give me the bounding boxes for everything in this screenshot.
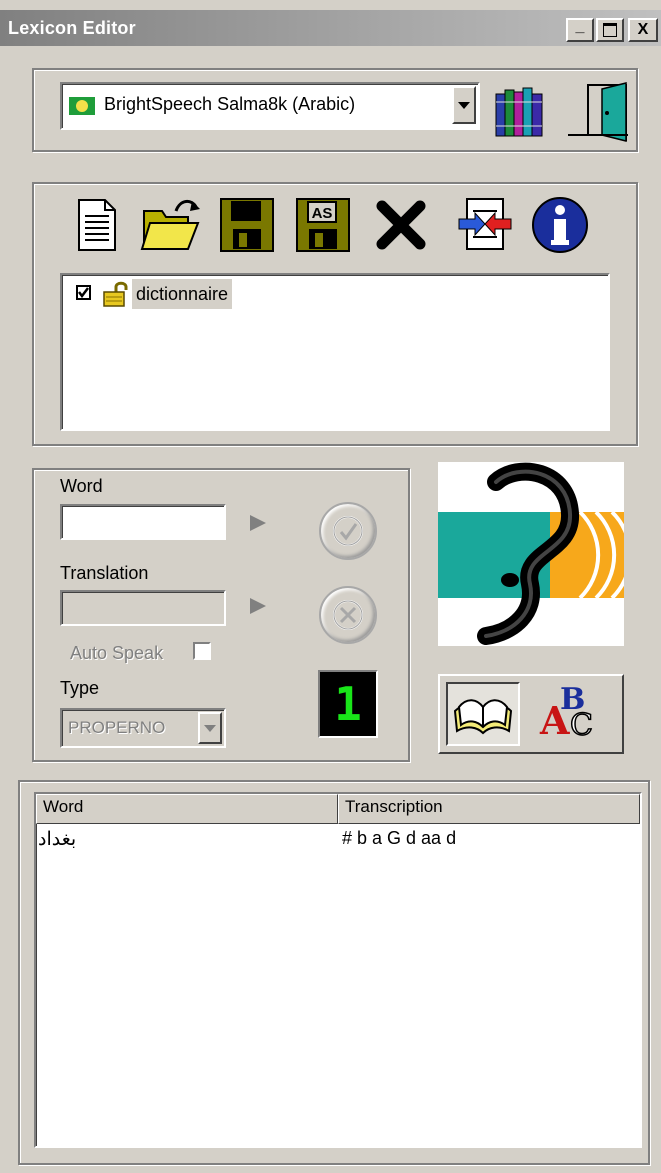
import-button[interactable] — [452, 194, 518, 256]
translation-input[interactable] — [60, 590, 226, 626]
exit-door-icon — [568, 82, 628, 142]
close-button[interactable]: X — [628, 18, 658, 42]
save-as-glyph: AS — [312, 205, 333, 222]
save-button[interactable] — [216, 194, 278, 256]
info-icon — [532, 197, 588, 253]
type-select[interactable]: PROPERNO — [60, 708, 226, 748]
close-icon: X — [637, 21, 649, 38]
import-icon — [458, 198, 512, 250]
dictionary-checkbox[interactable] — [76, 285, 91, 300]
maximize-icon — [603, 23, 617, 37]
cancel-button[interactable] — [319, 586, 377, 644]
save-as-button[interactable]: AS — [292, 194, 354, 256]
translation-label: Translation — [60, 563, 149, 583]
brand-logo — [438, 462, 624, 646]
column-header-word[interactable]: Word — [36, 794, 338, 824]
spelling-mode-button[interactable]: A B C — [528, 682, 614, 746]
delete-icon — [376, 200, 426, 250]
speak-translation-icon[interactable] — [250, 598, 266, 614]
word-input[interactable] — [60, 504, 226, 540]
flag-icon — [69, 97, 95, 115]
speak-word-icon[interactable] — [250, 515, 266, 531]
word-list[interactable]: Word Transcription بغداد # b a G d aa d — [34, 792, 642, 1148]
new-button[interactable] — [66, 194, 128, 256]
dictionary-list[interactable]: dictionnaire — [60, 273, 610, 431]
voice-dropdown-button[interactable] — [452, 86, 476, 124]
window-title: Lexicon Editor — [8, 18, 136, 38]
save-as-icon: AS — [296, 198, 350, 252]
chevron-down-icon — [204, 724, 216, 732]
exit-button[interactable] — [565, 78, 631, 146]
digit-display-value: 1 — [334, 677, 362, 731]
auto-speak-label: Auto Speak — [70, 643, 164, 663]
auto-speak-checkbox[interactable] — [193, 642, 211, 660]
spell-glyph-c: C — [569, 707, 593, 744]
voice-select[interactable]: BrightSpeech Salma8k (Arabic) — [60, 82, 480, 130]
new-document-icon — [78, 199, 116, 251]
dictionary-name[interactable]: dictionnaire — [132, 279, 233, 309]
minimize-button[interactable]: _ — [566, 18, 594, 42]
column-header-transcription[interactable]: Transcription — [338, 794, 640, 824]
info-button[interactable] — [528, 194, 592, 256]
row-word: بغداد — [38, 829, 77, 850]
maximize-button[interactable] — [596, 18, 624, 42]
list-item[interactable]: dictionnaire — [62, 275, 608, 311]
voices-library-button[interactable] — [490, 80, 552, 142]
open-book-icon — [453, 699, 513, 735]
ear-logo-icon — [438, 462, 624, 645]
delete-button[interactable] — [372, 196, 430, 254]
open-button[interactable] — [138, 194, 204, 256]
accept-button[interactable] — [319, 502, 377, 560]
dictionary-mode-button[interactable] — [446, 682, 520, 746]
type-select-value: PROPERNO — [68, 718, 166, 737]
checkmark-icon — [78, 287, 89, 298]
books-icon — [495, 87, 543, 137]
word-label: Word — [60, 476, 103, 496]
cross-icon — [333, 600, 363, 630]
digit-display: 1 — [318, 670, 378, 738]
voice-select-value: BrightSpeech Salma8k (Arabic) — [104, 94, 356, 114]
row-transcription: # b a G d aa d — [342, 828, 457, 848]
minimize-icon: _ — [575, 18, 585, 35]
type-dropdown-button[interactable] — [198, 712, 222, 744]
chevron-down-icon — [458, 101, 470, 109]
type-label: Type — [60, 678, 100, 698]
check-icon — [333, 516, 363, 546]
table-row[interactable]: بغداد # b a G d aa d — [36, 826, 640, 854]
unlocked-icon — [103, 281, 128, 307]
open-folder-icon — [140, 200, 200, 250]
save-icon — [220, 198, 274, 252]
